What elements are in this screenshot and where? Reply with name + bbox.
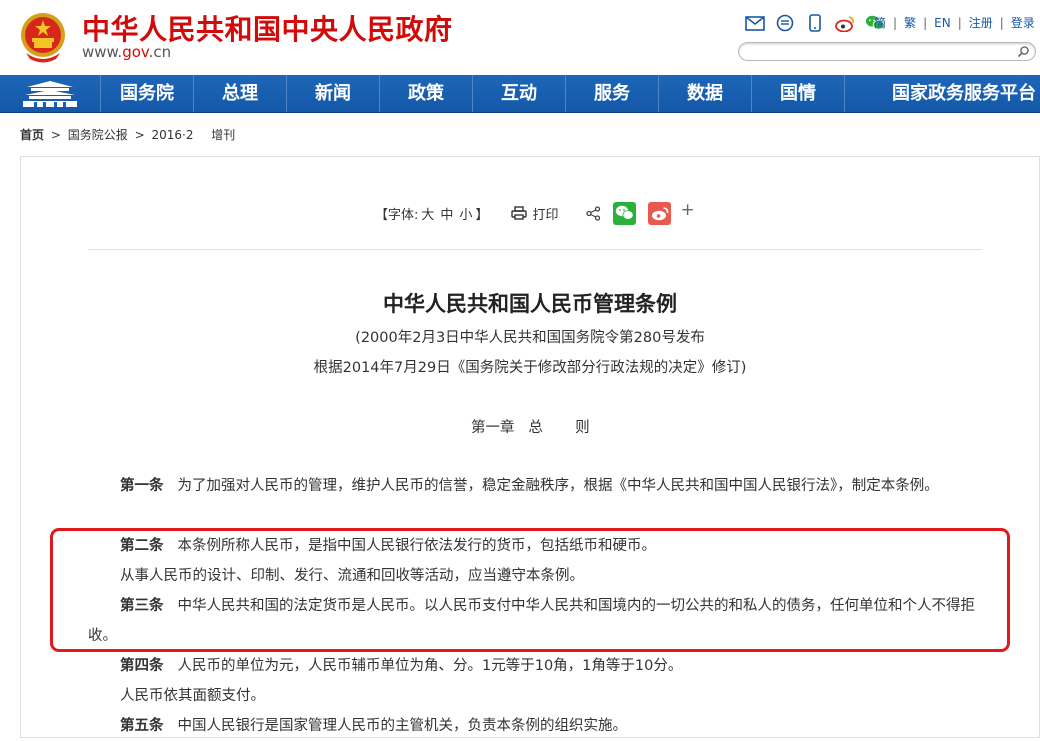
- share-icon[interactable]: [586, 205, 601, 221]
- separator: |: [923, 15, 928, 30]
- tiananmen-icon: [23, 80, 77, 107]
- article-paragraph: 第一条 为了加强对人民币的管理，维护人民币的信誉，稳定金融秩序，根据《中华人民共和…: [88, 471, 984, 501]
- nav-home-button[interactable]: [0, 75, 101, 112]
- separator: |: [999, 15, 1004, 30]
- national-emblem-icon[interactable]: [20, 11, 66, 63]
- breadcrumb: 首页 > 国务院公报 > 2016·2 增刊: [20, 126, 235, 143]
- mobile-icon[interactable]: [805, 14, 825, 32]
- nav-item-interaction[interactable]: 互动: [473, 75, 566, 112]
- nav-item-policy[interactable]: 政策: [380, 75, 473, 112]
- site-url[interactable]: www.gov.cn: [82, 43, 171, 61]
- nav-item-services[interactable]: 服务: [566, 75, 659, 112]
- breadcrumb-issue: 增刊: [211, 128, 236, 142]
- font-size-medium[interactable]: 中: [440, 204, 453, 223]
- nav-item-data[interactable]: 数据: [659, 75, 752, 112]
- document-subtitle-1: (2000年2月3日中华人民共和国国务院令第280号发布: [355, 330, 705, 346]
- breadcrumb-separator: >: [50, 128, 61, 142]
- search-icon[interactable]: [1017, 45, 1030, 58]
- breadcrumb-home[interactable]: 首页: [20, 128, 44, 142]
- printer-icon: [511, 206, 528, 220]
- toolbar-divider: [88, 249, 982, 250]
- font-size-large[interactable]: 大: [421, 204, 434, 223]
- document-title: 中华人民共和国人民币管理条例: [383, 292, 677, 316]
- site-header: 中华人民共和国中央人民政府 www.gov.cn 简 | 繁 | EN | 注册 | 登…: [0, 0, 1040, 75]
- breadcrumb-section[interactable]: 国务院公报: [68, 128, 128, 142]
- nav-item-premier[interactable]: 总理: [194, 75, 287, 112]
- link-login[interactable]: 登录: [1011, 14, 1035, 31]
- article-text: 人民币的单位为元，人民币辅币单位为角、分。1元等于10角，1角等于10分。: [177, 658, 683, 674]
- wechat-icon: [616, 205, 635, 220]
- more-share-button[interactable]: +: [680, 200, 694, 220]
- article-text: 从事人民币的设计、印制、发行、流通和回收等活动，应当遵守本条例。: [120, 568, 584, 584]
- chapter-heading: 第一章 总 则: [471, 420, 590, 436]
- top-links: 简 | 繁 | EN | 注册 | 登录: [874, 14, 1035, 31]
- nav-item-national-info[interactable]: 国情: [752, 75, 845, 112]
- top-icon-bar: [745, 13, 885, 33]
- article-label: 第五条: [120, 718, 164, 734]
- article-toolbar: 【字体: 大 中 小 】 打印 +: [375, 200, 695, 225]
- document-subtitle-2: 根据2014年7月29日《国务院关于修改部分行政法规的决定》修订): [313, 360, 747, 376]
- article-label: 第四条: [120, 658, 164, 674]
- separator: |: [893, 15, 898, 30]
- article-text: 人民币依其面额支付。: [120, 688, 265, 704]
- article-text: 为了加强对人民币的管理，维护人民币的信誉，稳定金融秩序，根据《中华人民共和国中国…: [177, 478, 939, 494]
- article-label: 第二条: [120, 538, 164, 554]
- nav-item-state-council[interactable]: 国务院: [101, 75, 194, 112]
- print-button[interactable]: 打印: [511, 204, 558, 223]
- share-group: +: [586, 200, 695, 225]
- weibo-icon: [651, 206, 669, 220]
- nav-item-gov-service-platform[interactable]: 国家政务服务平台: [845, 75, 1040, 112]
- font-size-small[interactable]: 小: [459, 204, 472, 223]
- weibo-share-button[interactable]: [648, 201, 672, 225]
- article-label: 第一条: [120, 478, 164, 494]
- search-box: [738, 42, 1036, 61]
- site-url-prefix: www.: [82, 43, 123, 61]
- weibo-icon[interactable]: [835, 14, 855, 32]
- mail-icon[interactable]: [745, 14, 765, 32]
- site-url-suffix: .cn: [148, 43, 172, 61]
- site-url-domain: gov: [122, 43, 149, 61]
- nav-item-news[interactable]: 新闻: [287, 75, 380, 112]
- site-title[interactable]: 中华人民共和国中央人民政府: [82, 8, 453, 48]
- breadcrumb-year[interactable]: 2016·2: [151, 128, 193, 142]
- article-paragraph: 第四条 人民币的单位为元，人民币辅币单位为角、分。1元等于10角，1角等于10分。: [88, 651, 984, 681]
- link-register[interactable]: 注册: [969, 14, 993, 31]
- separator: |: [957, 15, 962, 30]
- article-text: 中华人民共和国的法定货币是人民币。以人民币支付中华人民共和国境内的一切公共的和私…: [88, 598, 975, 644]
- article-paragraph: 人民币依其面额支付。: [88, 681, 984, 711]
- article-text: 中国人民银行是国家管理人民币的主管机关，负责本条例的组织实施。: [177, 718, 628, 734]
- main-nav: 国务院 总理 新闻 政策 互动 服务 数据 国情 国家政务服务平台: [0, 75, 1040, 113]
- wechat-share-button[interactable]: [613, 201, 637, 225]
- message-icon[interactable]: [775, 14, 795, 32]
- link-traditional[interactable]: 繁: [904, 14, 916, 31]
- article-label: 第三条: [120, 598, 164, 614]
- article-paragraph: 第二条 本条例所称人民币，是指中国人民银行依法发行的货币，包括纸币和硬币。: [88, 531, 984, 561]
- article-paragraph: 从事人民币的设计、印制、发行、流通和回收等活动，应当遵守本条例。: [88, 561, 984, 591]
- link-simplified[interactable]: 简: [874, 14, 886, 31]
- article-text: 本条例所称人民币，是指中国人民银行依法发行的货币，包括纸币和硬币。: [177, 538, 657, 554]
- font-size-label: 【字体:: [375, 207, 419, 223]
- font-size-label-close: 】: [475, 207, 489, 223]
- breadcrumb-separator: >: [134, 128, 145, 142]
- article-paragraph: 第三条 中华人民共和国的法定货币是人民币。以人民币支付中华人民共和国境内的一切公共…: [88, 591, 984, 651]
- link-english[interactable]: EN: [934, 16, 951, 30]
- print-label: 打印: [532, 207, 559, 223]
- search-input[interactable]: [747, 44, 1011, 60]
- article-card: 【字体: 大 中 小 】 打印 + 中华人民共和国人民币管理条例 (2000年2…: [20, 156, 1040, 738]
- article-paragraph: 第五条 中国人民银行是国家管理人民币的主管机关，负责本条例的组织实施。: [88, 711, 984, 741]
